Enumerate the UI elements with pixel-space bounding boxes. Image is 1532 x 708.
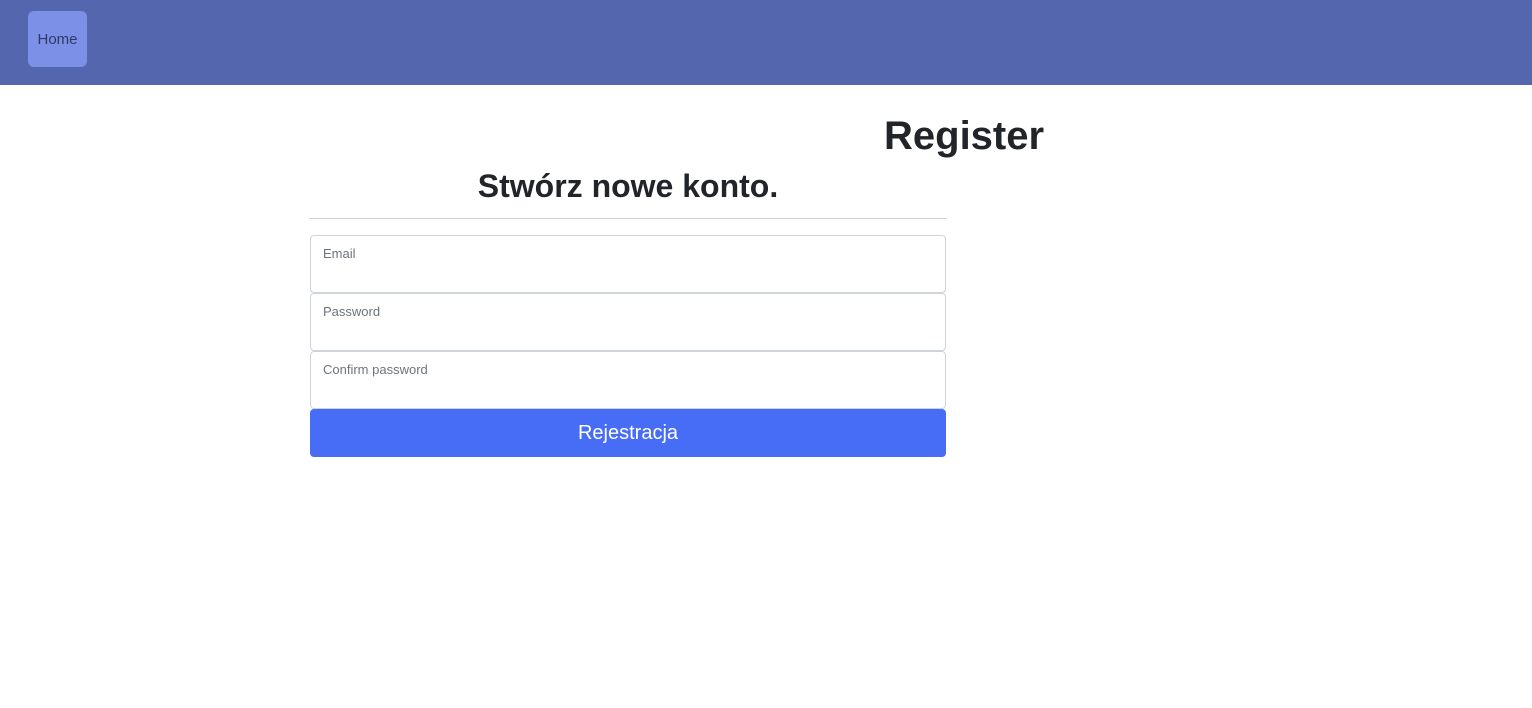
password-label: Password bbox=[323, 304, 381, 319]
register-submit-button[interactable]: Rejestracja bbox=[310, 409, 946, 457]
email-label: Email bbox=[323, 246, 356, 261]
confirm-password-input[interactable] bbox=[323, 380, 933, 402]
page-title: Register bbox=[884, 114, 1045, 158]
form-heading: Stwórz nowe konto. bbox=[477, 168, 779, 204]
confirm-password-field[interactable]: Confirm password bbox=[310, 351, 946, 409]
top-navbar: Home bbox=[0, 0, 1532, 85]
email-input[interactable] bbox=[323, 264, 933, 286]
password-field[interactable]: Password bbox=[310, 293, 946, 351]
nav-home-link[interactable]: Home bbox=[28, 11, 87, 67]
password-input[interactable] bbox=[323, 322, 933, 344]
register-form: Stwórz nowe konto. Email Password Confir… bbox=[310, 163, 946, 457]
email-field[interactable]: Email bbox=[310, 235, 946, 293]
nav-home-label: Home bbox=[37, 30, 78, 48]
confirm-password-label: Confirm password bbox=[323, 362, 428, 377]
form-divider bbox=[310, 218, 946, 219]
